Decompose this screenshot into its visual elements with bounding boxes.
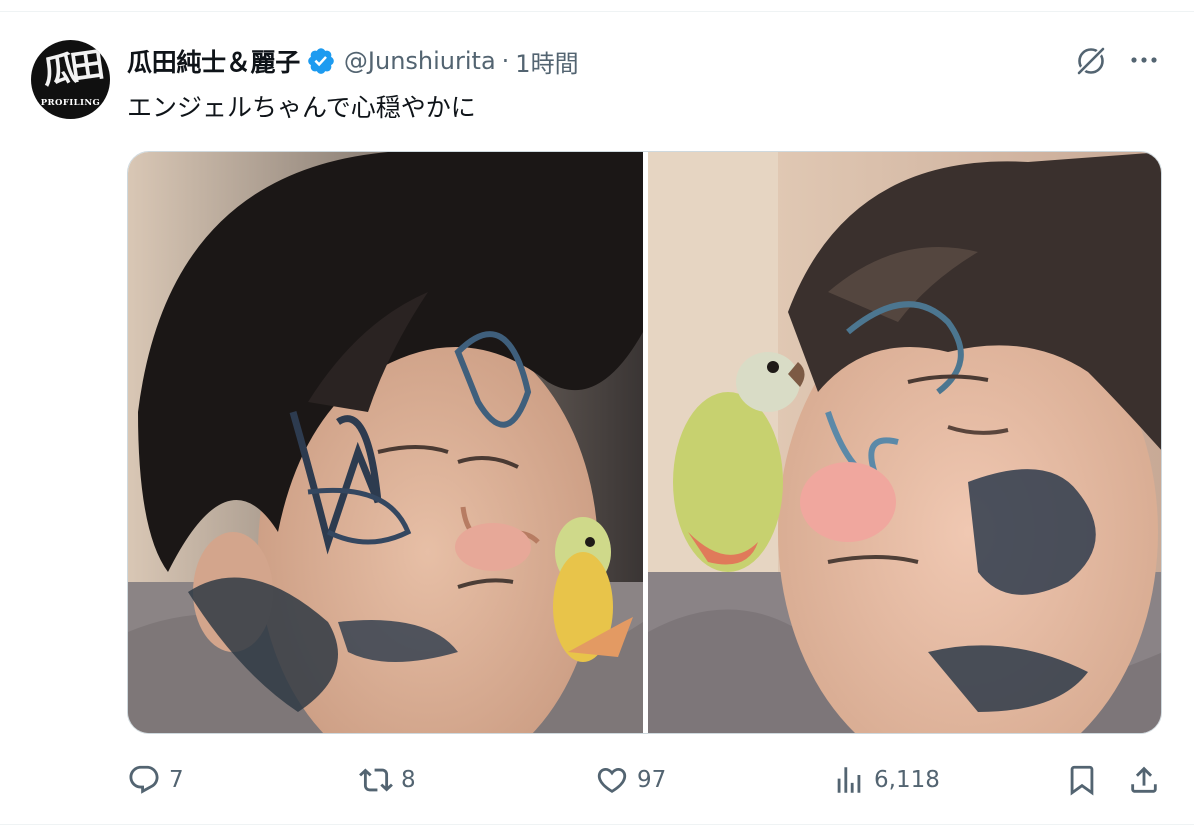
display-name[interactable]: 瓜田純士＆麗子 bbox=[127, 43, 300, 79]
heart-icon bbox=[597, 767, 627, 793]
reply-icon bbox=[129, 765, 159, 794]
like-count: 97 bbox=[637, 767, 667, 793]
bookmark-icon bbox=[1070, 765, 1094, 796]
views-icon bbox=[837, 767, 861, 793]
timestamp[interactable]: 1時間 bbox=[515, 44, 578, 79]
verified-badge-icon[interactable] bbox=[306, 46, 336, 76]
media-grid[interactable] bbox=[127, 151, 1162, 734]
views-button[interactable]: 6,118 bbox=[832, 760, 940, 800]
reply-button[interactable]: 7 bbox=[127, 760, 184, 800]
handle[interactable]: @Junshiurita bbox=[344, 47, 496, 75]
separator-dot: · bbox=[501, 47, 510, 75]
photo-1-image bbox=[128, 152, 643, 733]
share-icon bbox=[1131, 766, 1157, 793]
bookmark-button[interactable] bbox=[1065, 760, 1099, 800]
bottom-divider bbox=[0, 824, 1194, 825]
action-bar: 7 8 97 6,118 bbox=[127, 760, 1167, 800]
more-icon[interactable] bbox=[1126, 45, 1162, 75]
tweet-text: エンジェルちゃんで心穏やかに bbox=[127, 93, 476, 122]
avatar[interactable]: 瓜田 PROFILING bbox=[31, 40, 110, 119]
avatar-logo: 瓜田 bbox=[39, 45, 102, 93]
retweet-icon bbox=[359, 768, 393, 792]
photo-1[interactable] bbox=[128, 152, 643, 733]
retweet-count: 8 bbox=[401, 767, 416, 793]
retweet-button[interactable]: 8 bbox=[359, 760, 416, 800]
reply-count: 7 bbox=[169, 767, 184, 793]
avatar-logo-text: PROFILING bbox=[40, 98, 101, 108]
share-button[interactable] bbox=[1127, 760, 1161, 800]
like-button[interactable]: 97 bbox=[595, 760, 666, 800]
tweet-header: 瓜田純士＆麗子 @Junshiurita · 1時間 bbox=[127, 41, 579, 81]
photo-2[interactable] bbox=[648, 152, 1161, 733]
views-count: 6,118 bbox=[874, 767, 940, 793]
grok-icon[interactable] bbox=[1073, 43, 1109, 79]
photo-2-image bbox=[648, 152, 1161, 733]
top-divider bbox=[0, 11, 1194, 12]
